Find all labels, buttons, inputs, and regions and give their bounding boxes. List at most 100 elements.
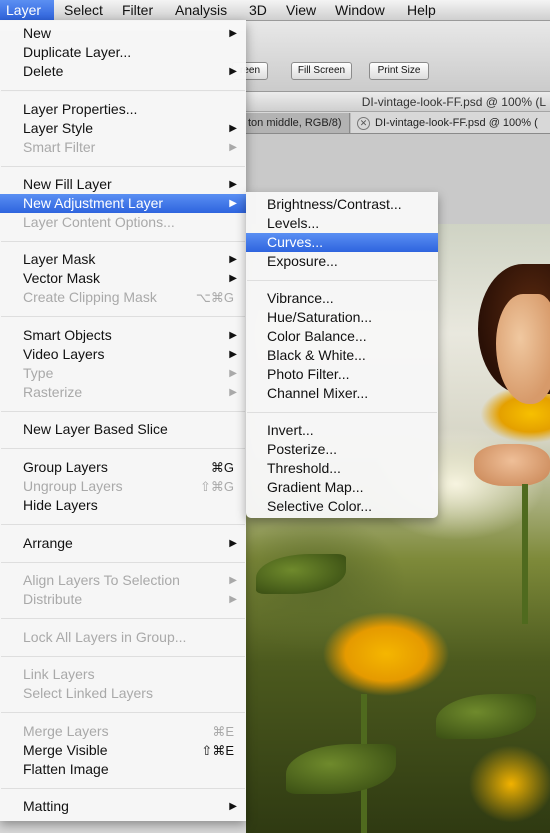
- adjustment-layer-submenu: Brightness/Contrast... Levels... Curves.…: [246, 192, 438, 518]
- menu-item-layer-mask[interactable]: Layer Mask ▶: [0, 250, 246, 269]
- submenu-arrow-icon: ▶: [229, 254, 237, 265]
- layer-menu: New ▶ Duplicate Layer... Delete ▶ Layer Pr…: [0, 20, 246, 821]
- submenu-item-selective-color[interactable]: Selective Color...: [246, 497, 438, 516]
- menu-separator: [1, 316, 245, 317]
- menu-separator: [1, 448, 245, 449]
- shortcut: ⇧⌘E: [201, 743, 234, 758]
- menu-separator: [1, 524, 245, 525]
- menu-item-vector-mask[interactable]: Vector Mask ▶: [0, 269, 246, 288]
- print-size-button[interactable]: Print Size: [369, 62, 429, 80]
- submenu-item-exposure[interactable]: Exposure...: [246, 252, 438, 271]
- photo-hand: [474, 444, 550, 486]
- menu-item-ungroup-layers: Ungroup Layers ⇧⌘G: [23, 478, 234, 494]
- close-icon[interactable]: ✕: [357, 116, 370, 130]
- submenu-item-channel-mixer[interactable]: Channel Mixer...: [246, 384, 438, 403]
- menu-item-merge-layers: Merge Layers ⌘E: [23, 723, 234, 739]
- submenu-item-invert[interactable]: Invert...: [246, 421, 438, 440]
- menu-item-rasterize: Rasterize ▶: [23, 384, 237, 400]
- submenu-item-photo-filter[interactable]: Photo Filter...: [246, 365, 438, 384]
- menu-item-select-linked-layers: Select Linked Layers: [23, 685, 153, 701]
- photo-leaf: [436, 694, 536, 739]
- submenu-arrow-icon: ▶: [229, 330, 237, 341]
- submenu-arrow-icon: ▶: [229, 538, 237, 549]
- document-tab-active[interactable]: ✕ DI-vintage-look-FF.psd @ 100% (: [351, 113, 550, 133]
- submenu-item-vibrance[interactable]: Vibrance...: [246, 289, 438, 308]
- menu-separator: [1, 90, 245, 91]
- submenu-arrow-icon: ▶: [229, 368, 237, 379]
- menu-separator: [1, 411, 245, 412]
- menu-item-link-layers: Link Layers: [23, 666, 95, 682]
- submenu-arrow-icon: ▶: [229, 273, 237, 284]
- submenu-arrow-icon: ▶: [229, 349, 237, 360]
- menu-view[interactable]: View: [280, 0, 322, 20]
- menu-separator: [1, 166, 245, 167]
- photo-leaf: [256, 554, 346, 594]
- menu-item-layer-style[interactable]: Layer Style ▶: [0, 119, 246, 138]
- menu-separator: [1, 656, 245, 657]
- document-tab[interactable]: ton middle, RGB/8): [246, 113, 350, 133]
- menu-item-align-layers: Align Layers To Selection ▶: [23, 572, 237, 588]
- submenu-item-black-white[interactable]: Black & White...: [246, 346, 438, 365]
- fill-screen-button[interactable]: Fill Screen: [291, 62, 352, 80]
- menu-item-new[interactable]: New ▶: [0, 24, 246, 43]
- document-tab-label: DI-vintage-look-FF.psd @ 100% (: [375, 117, 538, 129]
- menu-item-layer-properties[interactable]: Layer Properties...: [0, 100, 246, 119]
- submenu-item-posterize[interactable]: Posterize...: [246, 440, 438, 459]
- menu-item-group-layers[interactable]: Group Layers ⌘G: [0, 458, 246, 477]
- menu-item-merge-visible[interactable]: Merge Visible ⇧⌘E: [0, 741, 246, 760]
- menu-item-type: Type ▶: [23, 365, 237, 381]
- menu-item-new-layer-based-slice[interactable]: New Layer Based Slice: [0, 420, 246, 439]
- menu-select[interactable]: Select: [58, 0, 109, 20]
- menu-separator: [247, 280, 437, 281]
- submenu-arrow-icon: ▶: [229, 594, 237, 605]
- menu-separator: [1, 712, 245, 713]
- menu-item-new-adjustment-layer[interactable]: New Adjustment Layer ▶: [0, 194, 246, 213]
- shortcut: ⌘G: [210, 460, 234, 475]
- menu-help[interactable]: Help: [401, 0, 442, 20]
- menu-item-duplicate-layer[interactable]: Duplicate Layer...: [0, 43, 246, 62]
- document-tabs: ton middle, RGB/8) ✕ DI-vintage-look-FF.p…: [246, 113, 550, 134]
- submenu-item-curves[interactable]: Curves...: [246, 233, 438, 252]
- submenu-item-threshold[interactable]: Threshold...: [246, 459, 438, 478]
- menu-analysis[interactable]: Analysis: [169, 0, 233, 20]
- menu-bar: Layer Select Filter Analysis 3D View Win…: [0, 0, 550, 21]
- menu-item-distribute: Distribute ▶: [23, 591, 237, 607]
- menu-layer[interactable]: Layer: [0, 0, 54, 20]
- submenu-arrow-icon: ▶: [229, 198, 237, 209]
- submenu-arrow-icon: ▶: [229, 801, 237, 812]
- menu-item-delete[interactable]: Delete ▶: [0, 62, 246, 81]
- shortcut: ⌘E: [212, 724, 234, 739]
- menu-item-hide-layers[interactable]: Hide Layers: [0, 496, 246, 515]
- submenu-arrow-icon: ▶: [229, 179, 237, 190]
- submenu-item-gradient-map[interactable]: Gradient Map...: [246, 478, 438, 497]
- menu-item-create-clipping-mask: Create Clipping Mask ⌥⌘G: [23, 289, 234, 305]
- photo-stem: [522, 484, 528, 624]
- submenu-arrow-icon: ▶: [229, 575, 237, 586]
- menu-3d[interactable]: 3D: [243, 0, 273, 20]
- menu-item-flatten-image[interactable]: Flatten Image: [0, 760, 246, 779]
- shortcut: ⌥⌘G: [195, 290, 234, 305]
- document-title: DI-vintage-look-FF.psd @ 100% (L: [246, 92, 550, 112]
- menu-item-arrange[interactable]: Arrange ▶: [0, 534, 246, 553]
- shortcut: ⇧⌘G: [199, 479, 234, 494]
- menu-separator: [1, 241, 245, 242]
- menu-item-smart-filter: Smart Filter ▶: [23, 139, 237, 155]
- submenu-item-levels[interactable]: Levels...: [246, 214, 438, 233]
- menu-window[interactable]: Window: [329, 0, 391, 20]
- submenu-arrow-icon: ▶: [229, 142, 237, 153]
- menu-item-layer-content-options: Layer Content Options...: [23, 214, 175, 230]
- submenu-arrow-icon: ▶: [229, 123, 237, 134]
- submenu-item-brightness-contrast[interactable]: Brightness/Contrast...: [246, 195, 438, 214]
- submenu-item-hue-saturation[interactable]: Hue/Saturation...: [246, 308, 438, 327]
- menu-item-smart-objects[interactable]: Smart Objects ▶: [0, 326, 246, 345]
- menu-item-matting[interactable]: Matting ▶: [0, 797, 246, 816]
- menu-filter[interactable]: Filter: [116, 0, 159, 20]
- submenu-arrow-icon: ▶: [229, 66, 237, 77]
- menu-separator: [1, 562, 245, 563]
- menu-item-lock-all-layers: Lock All Layers in Group...: [23, 629, 187, 645]
- menu-item-new-fill-layer[interactable]: New Fill Layer ▶: [0, 175, 246, 194]
- submenu-item-color-balance[interactable]: Color Balance...: [246, 327, 438, 346]
- submenu-arrow-icon: ▶: [229, 28, 237, 39]
- menu-item-video-layers[interactable]: Video Layers ▶: [0, 345, 246, 364]
- menu-separator: [1, 788, 245, 789]
